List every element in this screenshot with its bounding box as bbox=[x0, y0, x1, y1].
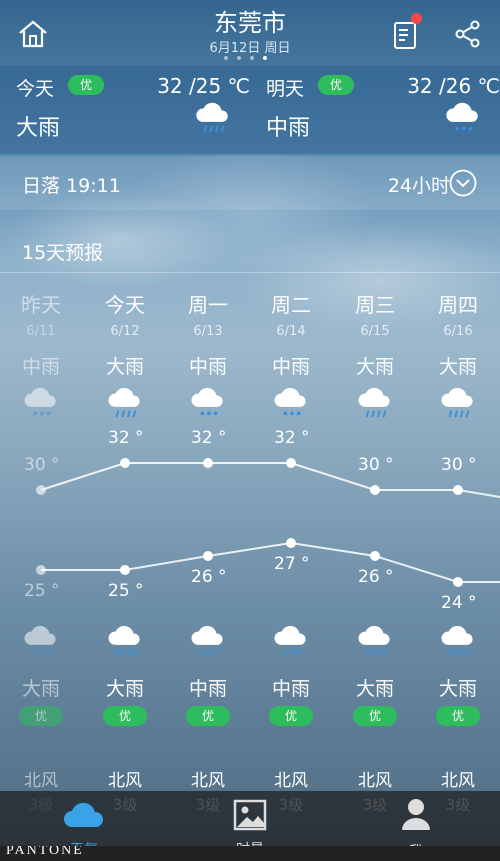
user-icon bbox=[402, 799, 430, 830]
moderate-rain-icon bbox=[191, 626, 223, 654]
ad-text: PANTONE bbox=[6, 846, 84, 858]
forecast-day-condition: 中雨 bbox=[188, 356, 227, 378]
forecast-day-name: 周四 bbox=[438, 293, 478, 317]
picture-icon bbox=[233, 799, 267, 831]
high-temp-point bbox=[453, 485, 463, 495]
forecast-day-condition: 大雨 bbox=[438, 356, 477, 378]
forecast-title: 15天预报 bbox=[22, 242, 104, 264]
ad-banner[interactable]: PANTONE bbox=[0, 846, 500, 861]
forecast-date: 6/14 bbox=[276, 324, 306, 339]
high-temp-line bbox=[40, 462, 500, 498]
forecast-day-name: 周二 bbox=[271, 293, 311, 317]
header-date: 6月12日 周日 bbox=[209, 41, 291, 56]
high-temp-point bbox=[120, 458, 130, 468]
heavy-rain-icon bbox=[24, 626, 56, 656]
today-aqi-badge: 优 bbox=[68, 75, 105, 95]
sunset-bar[interactable]: 日落 19:11 24小时 bbox=[0, 156, 500, 210]
wind-direction: 北风 bbox=[108, 771, 142, 791]
heavy-rain-icon bbox=[196, 102, 228, 133]
notification-dot bbox=[411, 13, 422, 24]
heavy-rain-icon bbox=[441, 626, 473, 656]
moderate-rain-icon bbox=[191, 388, 223, 416]
forecast-day-name: 周三 bbox=[355, 293, 395, 317]
today-summary[interactable]: 今天 优 32 /25 ℃ 大雨 bbox=[16, 66, 256, 154]
aqi-badge: 优 bbox=[353, 706, 397, 726]
low-temp-point bbox=[203, 551, 213, 561]
sunset-time: 日落 19:11 bbox=[22, 175, 121, 197]
wind-direction: 北风 bbox=[358, 771, 392, 791]
tomorrow-temp: 32 /26 ℃ bbox=[407, 74, 500, 98]
city-name[interactable]: 东莞市 bbox=[0, 3, 500, 38]
today-temp: 32 /25 ℃ bbox=[157, 74, 250, 98]
aqi-badge: 优 bbox=[19, 706, 63, 726]
moderate-rain-icon bbox=[274, 626, 306, 654]
high-temp-point bbox=[370, 485, 380, 495]
forecast-night-condition: 中雨 bbox=[188, 678, 227, 700]
low-temp-point bbox=[36, 565, 46, 575]
forecast-date: 6/12 bbox=[110, 324, 140, 339]
forecast-night-condition: 中雨 bbox=[271, 678, 310, 700]
temperature-chart bbox=[36, 458, 500, 587]
forecast-day-condition: 中雨 bbox=[21, 356, 60, 378]
moderate-rain-icon bbox=[274, 388, 306, 416]
tomorrow-summary[interactable]: 明天 优 32 /26 ℃ 中雨 bbox=[266, 66, 500, 154]
heavy-rain-icon bbox=[108, 626, 140, 656]
divider bbox=[0, 272, 500, 273]
forecast-night-condition: 大雨 bbox=[355, 678, 394, 700]
share-icon[interactable] bbox=[452, 18, 484, 50]
cloud-icon bbox=[64, 802, 104, 827]
wind-direction: 北风 bbox=[441, 771, 475, 791]
forecast-day-condition: 大雨 bbox=[105, 356, 144, 378]
forecast-night-condition: 大雨 bbox=[21, 678, 60, 700]
forecast-day-name: 今天 bbox=[105, 293, 145, 317]
low-temp-line bbox=[41, 541, 500, 583]
today-condition: 大雨 bbox=[16, 116, 61, 141]
heavy-rain-icon bbox=[441, 388, 473, 418]
high-temp-point bbox=[36, 485, 46, 495]
tomorrow-condition: 中雨 bbox=[266, 116, 311, 141]
low-temp-point bbox=[370, 551, 380, 561]
forecast-day-condition: 中雨 bbox=[271, 356, 310, 378]
wind-direction: 北风 bbox=[24, 771, 58, 791]
header: 东莞市 6月12日 周日 bbox=[0, 0, 500, 66]
heavy-rain-icon bbox=[108, 388, 140, 418]
tomorrow-aqi-badge: 优 bbox=[318, 75, 355, 95]
chevron-down-icon[interactable] bbox=[449, 169, 477, 197]
aqi-badge: 优 bbox=[103, 706, 147, 726]
aqi-badge: 优 bbox=[186, 706, 230, 726]
low-temp-point bbox=[286, 538, 296, 548]
forecast-date: 6/11 bbox=[26, 324, 56, 339]
wind-direction: 北风 bbox=[191, 771, 225, 791]
today-label: 今天 bbox=[16, 78, 55, 100]
forecast-date: 6/13 bbox=[193, 324, 223, 339]
heavy-rain-icon bbox=[358, 388, 390, 418]
page-indicator bbox=[224, 56, 280, 62]
forecast-day-condition: 大雨 bbox=[355, 356, 394, 378]
tomorrow-label: 明天 bbox=[266, 78, 305, 100]
forecast-night-condition: 大雨 bbox=[105, 678, 144, 700]
forecast-date: 6/15 bbox=[360, 324, 390, 339]
wind-direction: 北风 bbox=[274, 771, 308, 791]
aqi-badge: 优 bbox=[269, 706, 313, 726]
low-temp-point bbox=[120, 565, 130, 575]
forecast-date: 6/16 bbox=[443, 324, 473, 339]
forecast-day-name: 周一 bbox=[188, 293, 228, 317]
forecast-night-condition: 大雨 bbox=[438, 678, 477, 700]
forecast-day-name: 昨天 bbox=[21, 293, 61, 317]
heavy-rain-icon bbox=[358, 626, 390, 656]
aqi-badge: 优 bbox=[436, 706, 480, 726]
moderate-rain-icon bbox=[24, 388, 56, 416]
hours24-label[interactable]: 24小时 bbox=[388, 171, 450, 198]
low-temp-point bbox=[453, 577, 463, 587]
high-temp-point bbox=[286, 458, 296, 468]
high-temp-point bbox=[203, 458, 213, 468]
today-tomorrow-panel: 今天 优 32 /25 ℃ 大雨 明天 优 32 /26 ℃ 中雨 bbox=[0, 66, 500, 154]
moderate-rain-icon bbox=[446, 102, 478, 131]
